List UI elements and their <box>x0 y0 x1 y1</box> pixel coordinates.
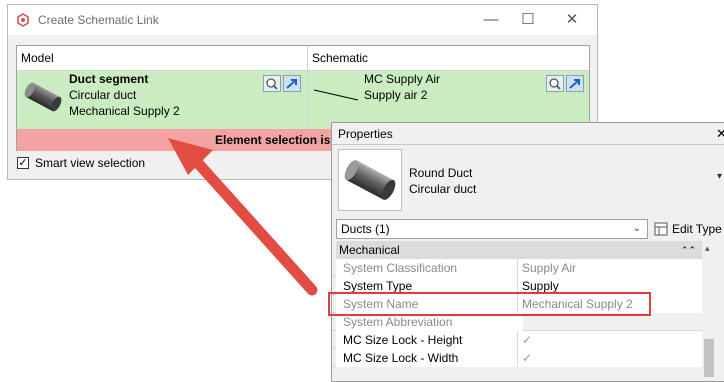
collapse-icon: ⌃⌃ <box>680 245 696 255</box>
element-selector-value: Ducts (1) <box>341 222 390 236</box>
schematic-select-button[interactable] <box>566 75 584 92</box>
property-value[interactable]: ✓ <box>517 349 702 367</box>
chevron-down-icon: ⌄ <box>632 223 641 234</box>
property-name: System Classification <box>336 259 523 277</box>
column-header-model: Model <box>17 46 307 71</box>
properties-title[interactable]: Properties <box>332 123 724 145</box>
smart-view-label: Smart view selection <box>35 156 146 170</box>
property-row[interactable]: MC Size Lock - Height ✓ <box>332 331 702 349</box>
model-element-type: Circular duct <box>69 88 137 102</box>
property-name: MC Size Lock - Height <box>336 331 523 349</box>
model-cell[interactable]: Duct segment Circular duct Mechanical Su… <box>17 71 307 129</box>
properties-palette: Properties ✕ Round Duct Circular duct ▾ … <box>331 122 724 382</box>
schematic-cell[interactable]: MC Supply Air Supply air 2 <box>308 71 589 129</box>
property-row[interactable]: System Classification Supply Air <box>332 259 702 277</box>
type-name: Round Duct <box>409 166 473 180</box>
property-value[interactable]: ✓ <box>517 331 702 349</box>
property-row[interactable]: MC Size Lock - Width ✓ <box>332 349 702 367</box>
schematic-line-icon <box>313 89 359 101</box>
title-bar[interactable]: Create Schematic Link — ☐ ✕ <box>8 5 597 35</box>
pick-arrow-icon <box>286 79 297 89</box>
group-mechanical-label: Mechanical <box>339 243 400 257</box>
edit-type-icon <box>654 222 668 236</box>
properties-scrollbar[interactable]: ▴ <box>702 241 716 381</box>
scroll-thumb[interactable] <box>704 339 714 377</box>
property-value[interactable]: Supply Air <box>517 259 702 277</box>
model-zoom-button[interactable] <box>263 75 281 92</box>
scroll-up-icon[interactable]: ▴ <box>705 243 710 254</box>
schematic-element-name: MC Supply Air <box>364 72 441 86</box>
maximize-button[interactable]: ☐ <box>513 9 543 31</box>
round-duct-icon <box>344 160 396 200</box>
schematic-element-type: Supply air 2 <box>364 88 428 102</box>
model-element-system: Mechanical Supply 2 <box>69 104 180 118</box>
property-name: MC Size Lock - Width <box>336 349 523 367</box>
model-element-name: Duct segment <box>69 72 149 86</box>
type-dropdown-icon[interactable]: ▾ <box>717 171 722 182</box>
column-header-schematic: Schematic <box>308 46 589 71</box>
duct-thumbnail-icon <box>24 82 62 112</box>
edit-type-label: Edit Type <box>672 222 722 236</box>
properties-title-text: Properties <box>338 127 393 141</box>
edit-type-button[interactable]: Edit Type <box>654 219 724 239</box>
magnifier-icon <box>549 78 561 90</box>
pick-arrow-icon <box>569 79 580 89</box>
minimize-button[interactable]: — <box>476 9 506 31</box>
group-mechanical[interactable]: Mechanical ⌃⌃ <box>336 241 702 259</box>
close-button[interactable]: ✕ <box>557 9 587 31</box>
properties-close-button[interactable]: ✕ <box>716 126 724 142</box>
element-selector-dropdown[interactable]: Ducts (1) ⌄ <box>336 219 648 239</box>
type-preview <box>338 149 402 211</box>
type-subname: Circular duct <box>409 182 477 196</box>
smart-view-checkbox[interactable]: ✓ <box>17 157 29 169</box>
model-select-button[interactable] <box>283 75 301 92</box>
schematic-zoom-button[interactable] <box>546 75 564 92</box>
window-title: Create Schematic Link <box>38 13 159 27</box>
app-logo-icon <box>17 13 29 27</box>
highlight-box <box>328 292 651 316</box>
magnifier-icon <box>266 78 278 90</box>
